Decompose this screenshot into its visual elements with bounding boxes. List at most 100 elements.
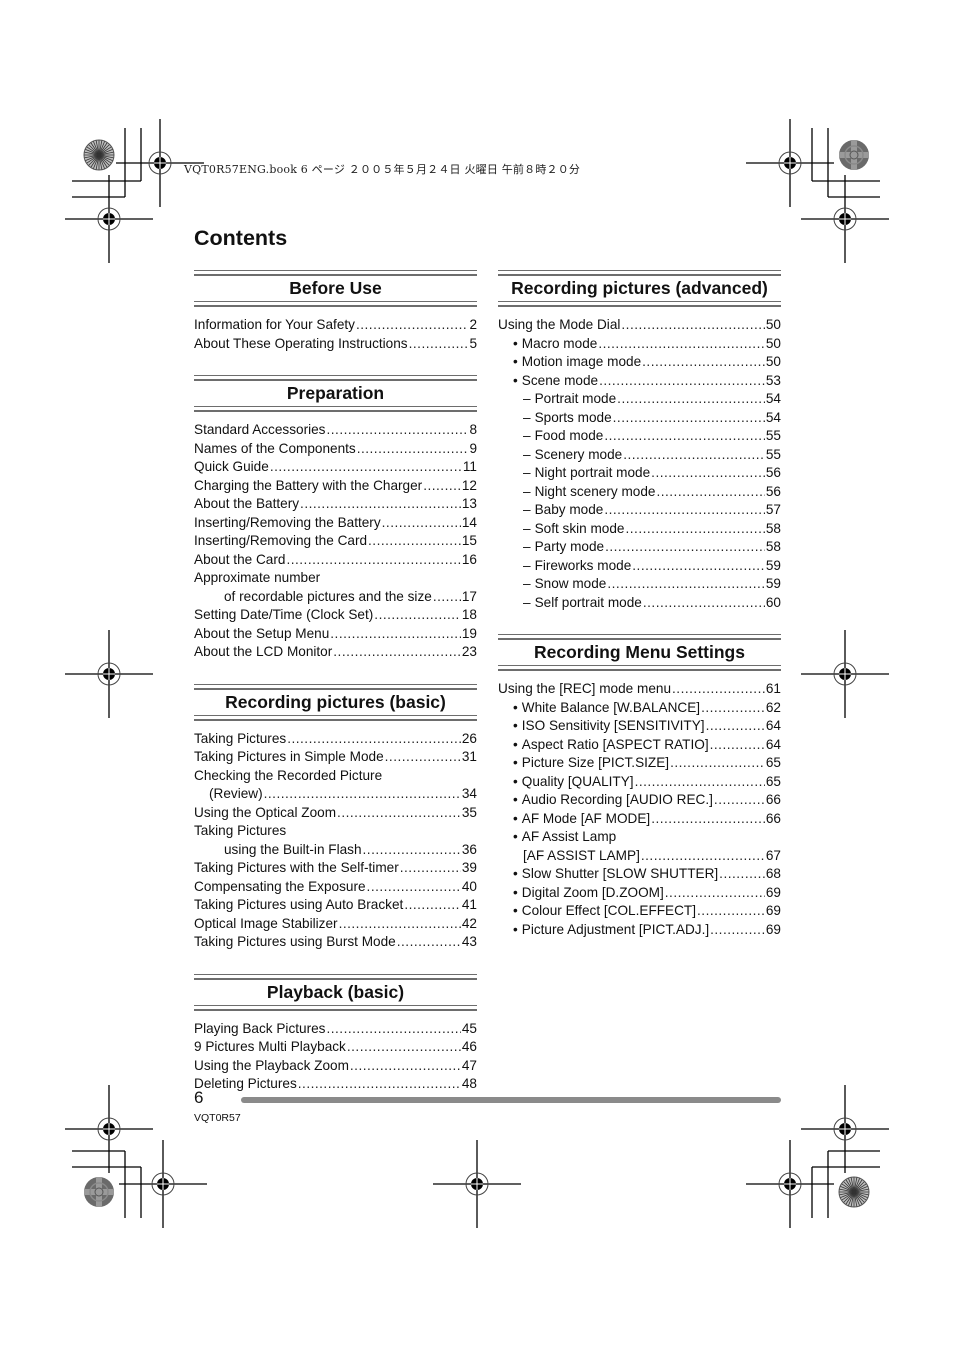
toc-entry[interactable]: •Colour Effect [COL.EFFECT] 69	[498, 902, 781, 921]
toc-entry[interactable]: Taking Pictures in Simple Mode 31	[194, 748, 477, 767]
dot-leader	[641, 847, 765, 866]
toc-entry[interactable]: Deleting Pictures 48	[194, 1075, 477, 1094]
model-code: VQT0R57	[194, 1112, 241, 1124]
toc-entry[interactable]: –Scenery mode 55	[498, 446, 781, 465]
entry-label: About These Operating Instructions	[194, 335, 408, 354]
toc-entry[interactable]: Approximate number	[194, 569, 477, 588]
dot-leader	[643, 594, 765, 613]
toc-entry[interactable]: Using the Mode Dial 50	[498, 316, 781, 335]
toc-entry[interactable]: –Baby mode 57	[498, 501, 781, 520]
toc-entry[interactable]: Standard Accessories 8	[194, 421, 477, 440]
entry-page-number: 67	[765, 847, 781, 863]
toc-entry[interactable]: Taking Pictures	[194, 822, 477, 841]
entry-page-number: 2	[469, 317, 477, 332]
entry-text: Approximate number	[194, 570, 321, 585]
toc-entry[interactable]: Names of the Components 9	[194, 440, 477, 459]
entry-page-number: 56	[765, 483, 781, 499]
entry-page-number: 64	[765, 718, 781, 733]
page-title: Contents	[194, 226, 288, 250]
toc-entry[interactable]: –Sports mode 54	[498, 409, 781, 428]
toc-entry[interactable]: –Snow mode 59	[498, 575, 781, 594]
entry-label: Using the Mode Dial	[498, 316, 620, 335]
entry-page-number: 47	[461, 1057, 477, 1073]
dot-leader	[701, 699, 765, 718]
toc-entry[interactable]: •Audio Recording [AUDIO REC.] 66	[498, 791, 781, 810]
toc-entry[interactable]: Taking Pictures with the Self-timer 39	[194, 859, 477, 878]
toc-entry[interactable]: • AF Assist Lamp	[498, 828, 781, 847]
toc-entry[interactable]: Taking Pictures 26	[194, 730, 477, 749]
toc-entry[interactable]: Playing Back Pictures 45	[194, 1020, 477, 1039]
entry-label: Taking Pictures with the Self-timer	[194, 859, 399, 878]
entry-label: • Digital Zoom [D.ZOOM]	[513, 884, 664, 903]
dot-leader	[670, 754, 765, 773]
toc-entry[interactable]: Optical Image Stabilizer 42	[194, 915, 477, 934]
toc-entry[interactable]: Taking Pictures using Burst Mode 43	[194, 933, 477, 952]
toc-entry[interactable]: Setting Date/Time (Clock Set) 18	[194, 606, 477, 625]
toc-entry[interactable]: Using the [REC] mode menu 61	[498, 680, 781, 699]
toc-entry[interactable]: About the Battery 13	[194, 495, 477, 514]
toc-entry[interactable]: About the Setup Menu 19	[194, 625, 477, 644]
toc-entry[interactable]: •Motion image mode 50	[498, 353, 781, 372]
toc-entry[interactable]: of recordable pictures and the size 17	[194, 588, 477, 607]
entry-text: Quality [QUALITY]	[521, 773, 634, 789]
toc-entry[interactable]: –Night portrait mode 56	[498, 464, 781, 483]
toc-entry[interactable]: –Party mode 58	[498, 538, 781, 557]
section-title: Recording Menu Settings	[534, 642, 745, 662]
toc-entry[interactable]: •Digital Zoom [D.ZOOM] 69	[498, 884, 781, 903]
dot-leader	[433, 588, 461, 607]
dot-leader	[339, 915, 461, 934]
toc-entry[interactable]: [AF ASSIST LAMP] 67	[498, 847, 781, 866]
entry-page-number: 58	[765, 539, 781, 554]
toc-entry[interactable]: About the LCD Monitor 23	[194, 643, 477, 662]
bullet-icon: •	[513, 354, 518, 369]
toc-entry-list: Playing Back Pictures 45 9 Pictures Multi …	[194, 1011, 477, 1094]
entry-text: Aspect Ratio [ASPECT RATIO]	[521, 736, 709, 752]
toc-entry[interactable]: using the Built-in Flash 36	[194, 841, 477, 860]
dash-icon: –	[523, 557, 531, 573]
toc-entry[interactable]: 9 Pictures Multi Playback 46	[194, 1038, 477, 1057]
toc-entry[interactable]: Using the Playback Zoom 47	[194, 1057, 477, 1076]
toc-entry[interactable]: Checking the Recorded Picture	[194, 767, 477, 786]
toc-entry[interactable]: Taking Pictures using Auto Bracket 41	[194, 896, 477, 915]
toc-section: Recording Menu Settings Using the [REC] m…	[498, 634, 781, 939]
toc-entry-list: Using the [REC] mode menu61•White Balanc…	[498, 671, 781, 939]
entry-label: • Motion image mode	[513, 353, 641, 372]
toc-entry[interactable]: •White Balance [W.BALANCE] 62	[498, 699, 781, 718]
dash-icon: –	[523, 446, 531, 462]
toc-entry[interactable]: •ISO Sensitivity [SENSITIVITY] 64	[498, 717, 781, 736]
dot-leader	[672, 680, 765, 699]
toc-entry[interactable]: –Self portrait mode 60	[498, 594, 781, 613]
entry-label: – Sports mode	[523, 409, 612, 428]
toc-entry[interactable]: •AF Mode [AF MODE] 66	[498, 810, 781, 829]
toc-entry[interactable]: Charging the Battery with the Charger 12	[194, 477, 477, 496]
entry-text: Taking Pictures with the Self-timer	[194, 860, 399, 875]
toc-entry[interactable]: –Soft skin mode 58	[498, 520, 781, 539]
toc-entry[interactable]: Using the Optical Zoom 35	[194, 804, 477, 823]
toc-entry[interactable]: •Quality [QUALITY] 65	[498, 773, 781, 792]
dot-leader	[367, 878, 461, 897]
entry-text: Optical Image Stabilizer	[194, 915, 338, 931]
toc-entry[interactable]: Compensating the Exposure 40	[194, 878, 477, 897]
toc-entry[interactable]: –Fireworks mode 59	[498, 557, 781, 576]
dot-leader	[665, 884, 765, 903]
entry-page-number: 36	[461, 841, 477, 857]
toc-entry[interactable]: Quick Guide 11	[194, 458, 477, 477]
toc-entry[interactable]: (Review) 34	[194, 785, 477, 804]
toc-entry[interactable]: Information for Your Safety 2	[194, 316, 477, 335]
toc-entry[interactable]: –Portrait mode 54	[498, 390, 781, 409]
entry-text: Inserting/Removing the Battery	[194, 514, 381, 530]
toc-entry[interactable]: •Picture Adjustment [PICT.ADJ.] 69	[498, 921, 781, 940]
toc-entry[interactable]: About the Card 16	[194, 551, 477, 570]
toc-entry[interactable]: –Food mode 55	[498, 427, 781, 446]
toc-entry[interactable]: –Night scenery mode 56	[498, 483, 781, 502]
entry-label: Using the [REC] mode menu	[498, 680, 671, 699]
toc-entry[interactable]: Inserting/Removing the Battery 14	[194, 514, 477, 533]
toc-entry[interactable]: •Picture Size [PICT.SIZE] 65	[498, 754, 781, 773]
toc-entry[interactable]: •Aspect Ratio [ASPECT RATIO] 64	[498, 736, 781, 755]
toc-entry[interactable]: •Slow Shutter [SLOW SHUTTER] 68	[498, 865, 781, 884]
toc-entry[interactable]: Inserting/Removing the Card 15	[194, 532, 477, 551]
toc-entry[interactable]: •Macro mode 50	[498, 335, 781, 354]
toc-entry[interactable]: About These Operating Instructions 5	[194, 335, 477, 354]
dot-leader	[710, 921, 765, 940]
toc-entry[interactable]: •Scene mode 53	[498, 372, 781, 391]
